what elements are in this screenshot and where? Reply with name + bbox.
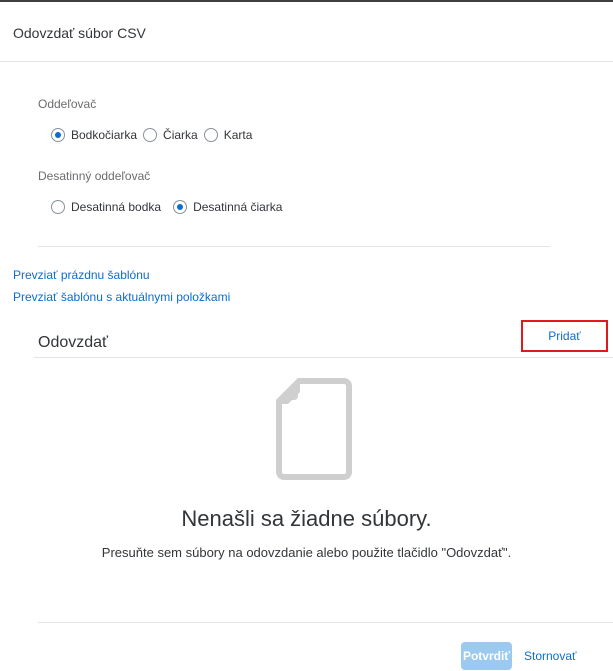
section-divider bbox=[38, 246, 550, 247]
radio-label-tab: Karta bbox=[223, 128, 253, 142]
radio-label-comma: Čiarka bbox=[163, 128, 198, 142]
add-file-button[interactable]: Pridať bbox=[521, 320, 608, 352]
upload-csv-dialog: Odovzdať súbor CSV Oddeľovač Bodkočiarka… bbox=[0, 0, 613, 671]
radio-semicolon[interactable]: Bodkočiarka bbox=[51, 128, 137, 142]
separator-radio-group: Bodkočiarka Čiarka Karta bbox=[51, 125, 258, 145]
radio-button[interactable] bbox=[203, 128, 218, 142]
radio-button[interactable] bbox=[51, 200, 65, 214]
cancel-button[interactable]: Stornovať bbox=[524, 642, 577, 670]
separator-label: Oddeľovač bbox=[38, 97, 97, 111]
empty-state-description: Presuňte sem súbory na odovzdanie alebo … bbox=[101, 545, 512, 560]
empty-state-title: Nenašli sa žiadne súbory. bbox=[181, 506, 432, 531]
radio-label-semicolon: Bodkočiarka bbox=[71, 128, 138, 142]
dialog-title: Odovzdať súbor CSV bbox=[13, 25, 146, 41]
radio-tab[interactable]: Karta bbox=[203, 128, 253, 142]
radio-button-selected[interactable] bbox=[51, 128, 65, 142]
dialog-footer: Potvrdiť Stornovať bbox=[0, 640, 613, 671]
radio-decimal-point[interactable]: Desatinná bodka bbox=[51, 200, 161, 214]
radio-label-decimal-point: Desatinná bodka bbox=[71, 200, 162, 214]
radio-label-decimal-comma: Desatinná čiarka bbox=[193, 200, 283, 214]
decimal-separator-radio-group: Desatinná bodka Desatinná čiarka bbox=[51, 197, 288, 217]
download-empty-template-link[interactable]: Prevziať prázdnu šablónu bbox=[13, 268, 150, 282]
download-current-template-link[interactable]: Prevziať šablónu s aktuálnymi položkami bbox=[13, 290, 230, 304]
upload-header-divider bbox=[34, 357, 613, 358]
decimal-separator-label: Desatinný oddeľovač bbox=[38, 169, 151, 183]
radio-button[interactable] bbox=[143, 128, 158, 142]
upload-bottom-divider bbox=[38, 622, 613, 623]
radio-decimal-comma[interactable]: Desatinná čiarka bbox=[173, 200, 282, 214]
document-icon bbox=[276, 378, 352, 480]
dialog-header: Odovzdať súbor CSV bbox=[0, 2, 613, 62]
radio-comma[interactable]: Čiarka bbox=[143, 128, 198, 142]
upload-section-title: Odovzdať bbox=[38, 334, 109, 351]
radio-button-selected[interactable] bbox=[173, 200, 188, 214]
confirm-button[interactable]: Potvrdiť bbox=[461, 642, 512, 670]
